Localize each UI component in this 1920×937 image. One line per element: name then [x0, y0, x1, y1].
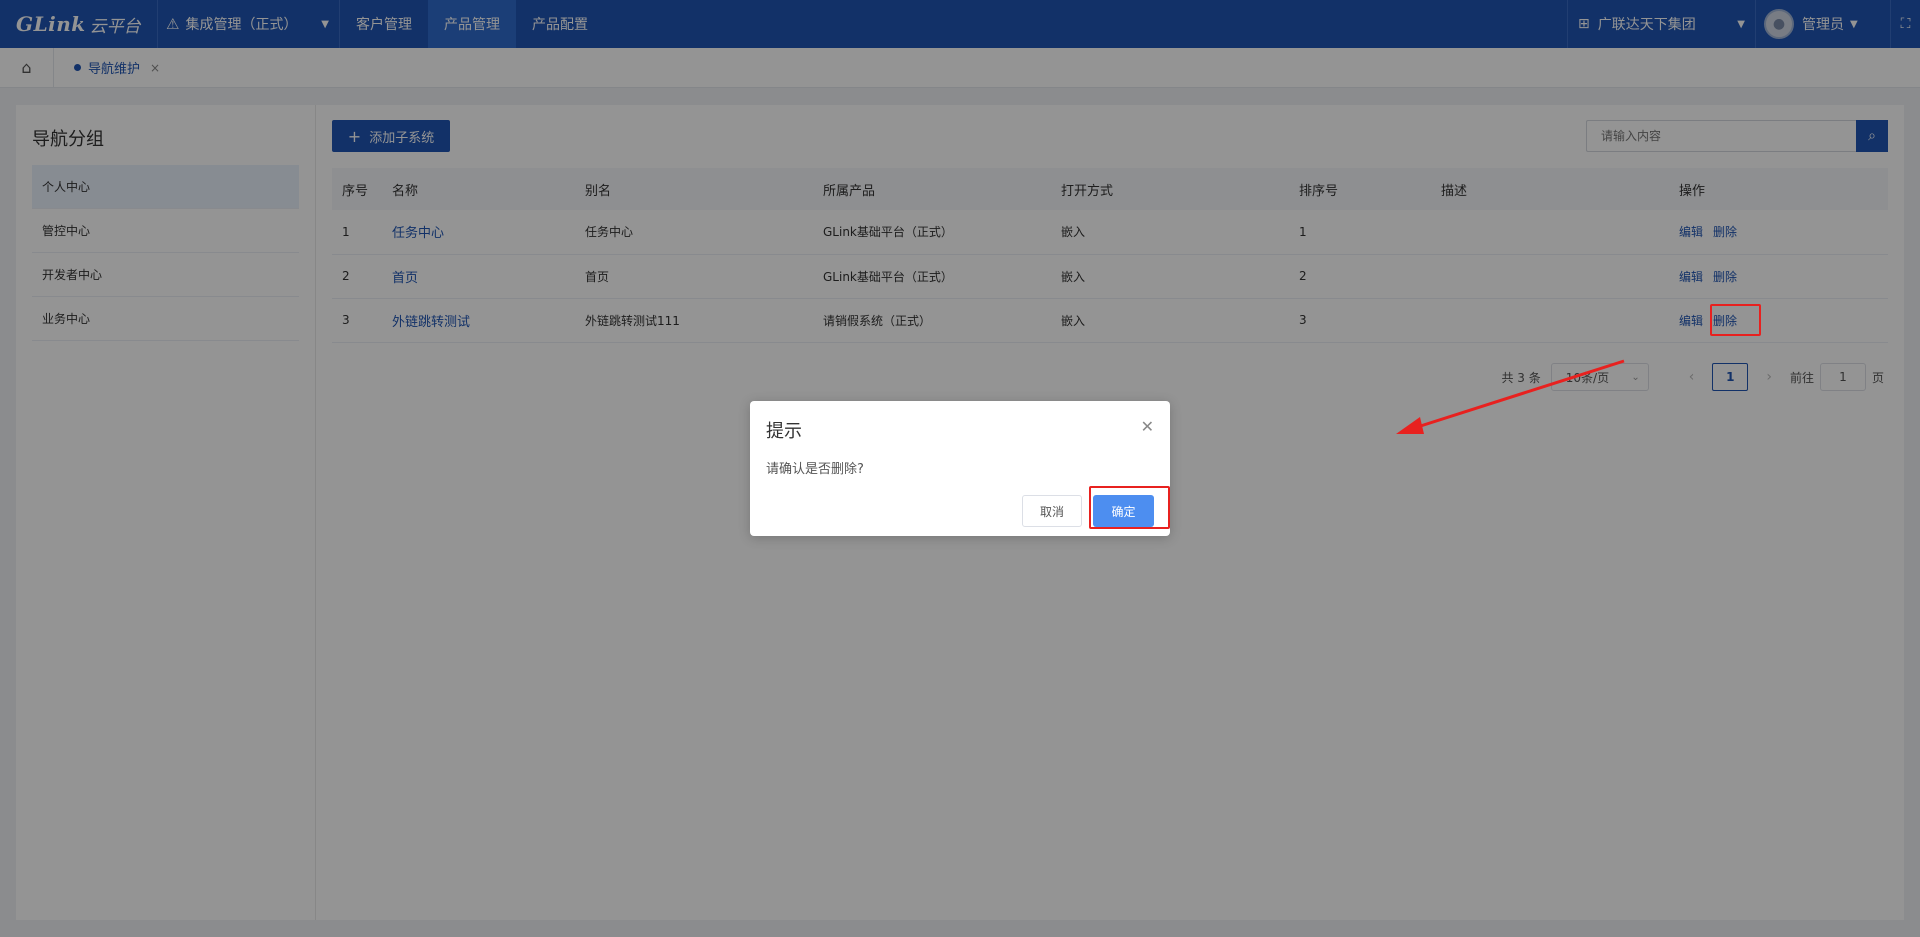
- annotation-highlight-confirm: [1089, 486, 1170, 529]
- dialog-title: 提示: [766, 421, 802, 442]
- dialog-message: 请确认是否删除?: [766, 462, 864, 477]
- close-icon[interactable]: ✕: [1141, 417, 1154, 436]
- cancel-button[interactable]: 取消: [1022, 495, 1082, 527]
- annotation-highlight-delete: [1710, 304, 1761, 336]
